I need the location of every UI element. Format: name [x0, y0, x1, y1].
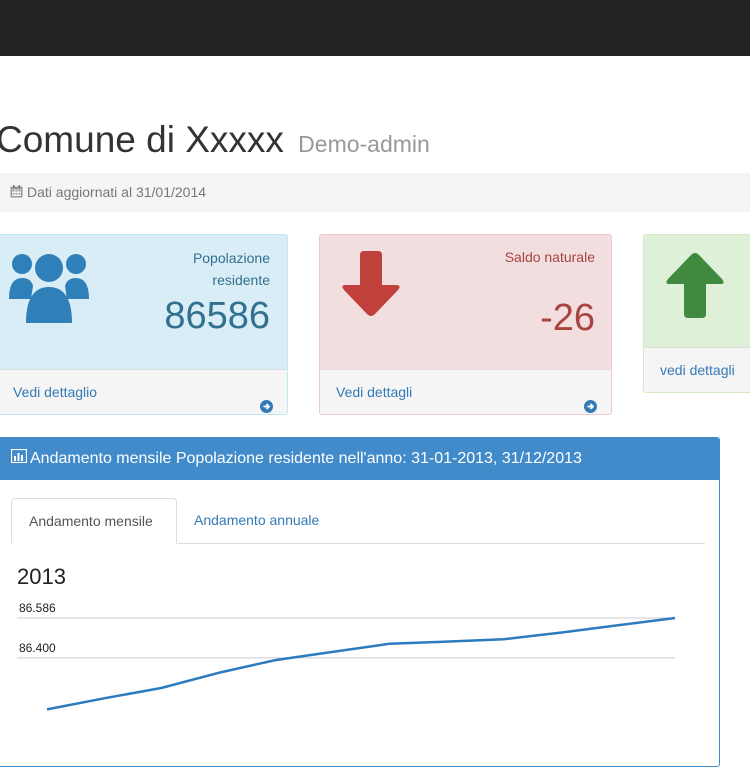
page-title-text: Comune di Xxxxx — [0, 119, 284, 160]
users-icon — [9, 243, 89, 330]
third-detail-link[interactable]: vedi dettagli — [660, 348, 735, 392]
natural-balance-panel-body: Saldo naturale -26 — [320, 235, 611, 369]
third-footer[interactable]: vedi dettagli — [644, 347, 750, 392]
navbar — [0, 0, 750, 56]
circle-arrow-right-icon[interactable] — [584, 386, 597, 414]
population-footer[interactable]: Vedi dettaglio — [0, 369, 287, 414]
chart-title: 2013 — [17, 564, 66, 589]
calendar-icon — [10, 174, 23, 213]
arrow-down-icon — [338, 251, 404, 322]
natural-balance-footer[interactable]: Vedi dettagli — [320, 369, 611, 414]
population-panel: Popolazione residente 86586 Vedi dettagl… — [0, 234, 288, 415]
page-subtitle: Demo-admin — [298, 131, 430, 157]
natural-balance-detail-link[interactable]: Vedi dettagli — [336, 370, 412, 414]
info-bar: Dati aggiornati al 31/01/2014 — [0, 173, 750, 212]
info-text: Dati aggiornati al 31/01/2014 — [27, 184, 207, 200]
third-panel: vedi dettagli — [643, 234, 750, 393]
natural-balance-label: Saldo naturale — [504, 249, 595, 265]
chart-panel: Andamento mensile Popolazione residente … — [0, 437, 720, 767]
population-value: 86586 — [164, 295, 270, 337]
y-tick-label-1: 86.400 — [19, 641, 56, 655]
natural-balance-panel: Saldo naturale -26 Vedi dettagli — [319, 234, 612, 415]
population-detail-link[interactable]: Vedi dettaglio — [13, 370, 97, 414]
population-label: Popolazione residente — [192, 250, 270, 288]
population-panel-body: Popolazione residente 86586 — [0, 235, 287, 369]
natural-balance-value: -26 — [540, 297, 595, 339]
line-chart: 2013 86.586 86.400 — [17, 564, 676, 711]
arrow-up-icon — [662, 252, 728, 323]
third-panel-body — [644, 235, 750, 347]
y-tick-label-0: 86.586 — [19, 601, 56, 615]
page-title: Comune di Xxxxx Demo-admin — [0, 118, 430, 166]
circle-arrow-right-icon[interactable] — [260, 386, 273, 414]
series-line-0 — [46, 616, 676, 711]
